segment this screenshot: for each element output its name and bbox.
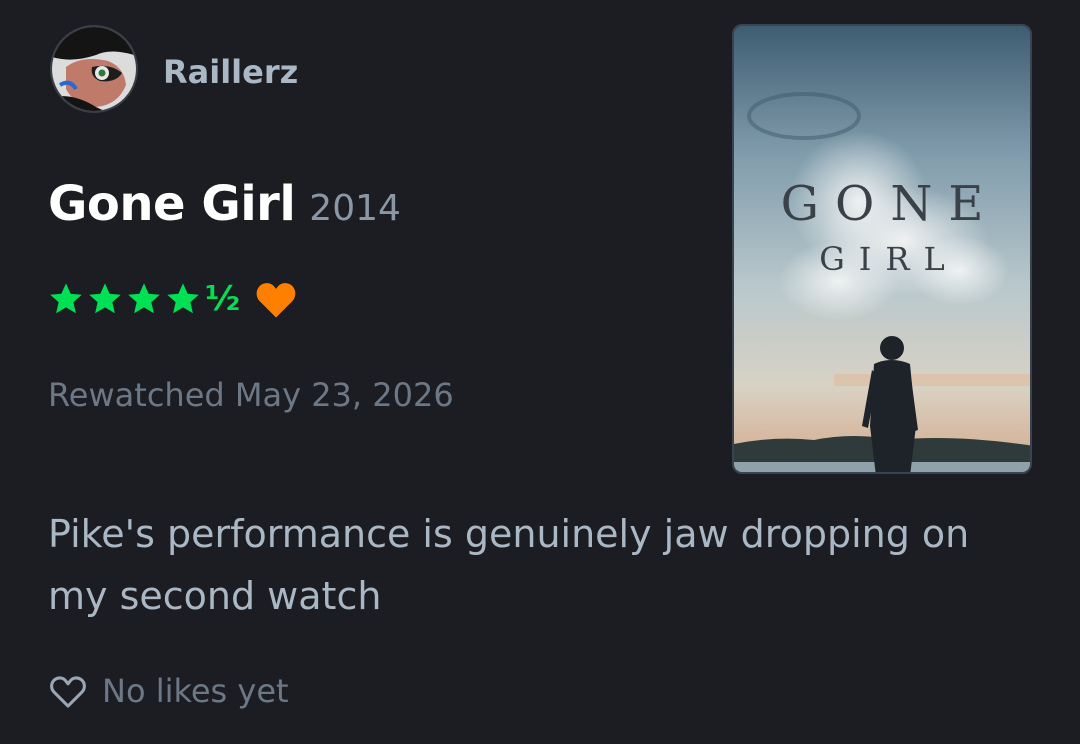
likes-row[interactable]: No likes yet bbox=[48, 672, 289, 710]
film-year[interactable]: 2014 bbox=[309, 188, 401, 229]
star-icon bbox=[128, 283, 160, 314]
film-title[interactable]: Gone Girl bbox=[48, 176, 296, 232]
likes-count: No likes yet bbox=[102, 672, 289, 710]
watch-date[interactable]: Rewatched May 23, 2026 bbox=[48, 376, 454, 414]
heart-outline-icon[interactable] bbox=[48, 673, 88, 709]
star-icon bbox=[89, 283, 121, 314]
poster-title-line2: GIRL bbox=[819, 240, 959, 278]
heart-filled-icon bbox=[256, 283, 296, 318]
star-rating: ½ bbox=[48, 281, 240, 317]
film-poster[interactable]: GONE GIRL bbox=[732, 24, 1032, 474]
half-star: ½ bbox=[205, 279, 241, 319]
rating-row: ½ bbox=[48, 279, 298, 319]
poster-title-line1: GONE bbox=[780, 176, 1000, 232]
star-icon bbox=[167, 283, 199, 314]
review-text: Pike's performance is genuinely jaw drop… bbox=[48, 512, 970, 618]
review-card: Raillerz Gone Girl 2014 ½ Rewatched May … bbox=[0, 0, 1080, 744]
star-icon bbox=[50, 283, 82, 314]
film-heading: Gone Girl 2014 bbox=[48, 176, 401, 232]
avatar[interactable] bbox=[50, 25, 138, 113]
username[interactable]: Raillerz bbox=[163, 53, 298, 91]
